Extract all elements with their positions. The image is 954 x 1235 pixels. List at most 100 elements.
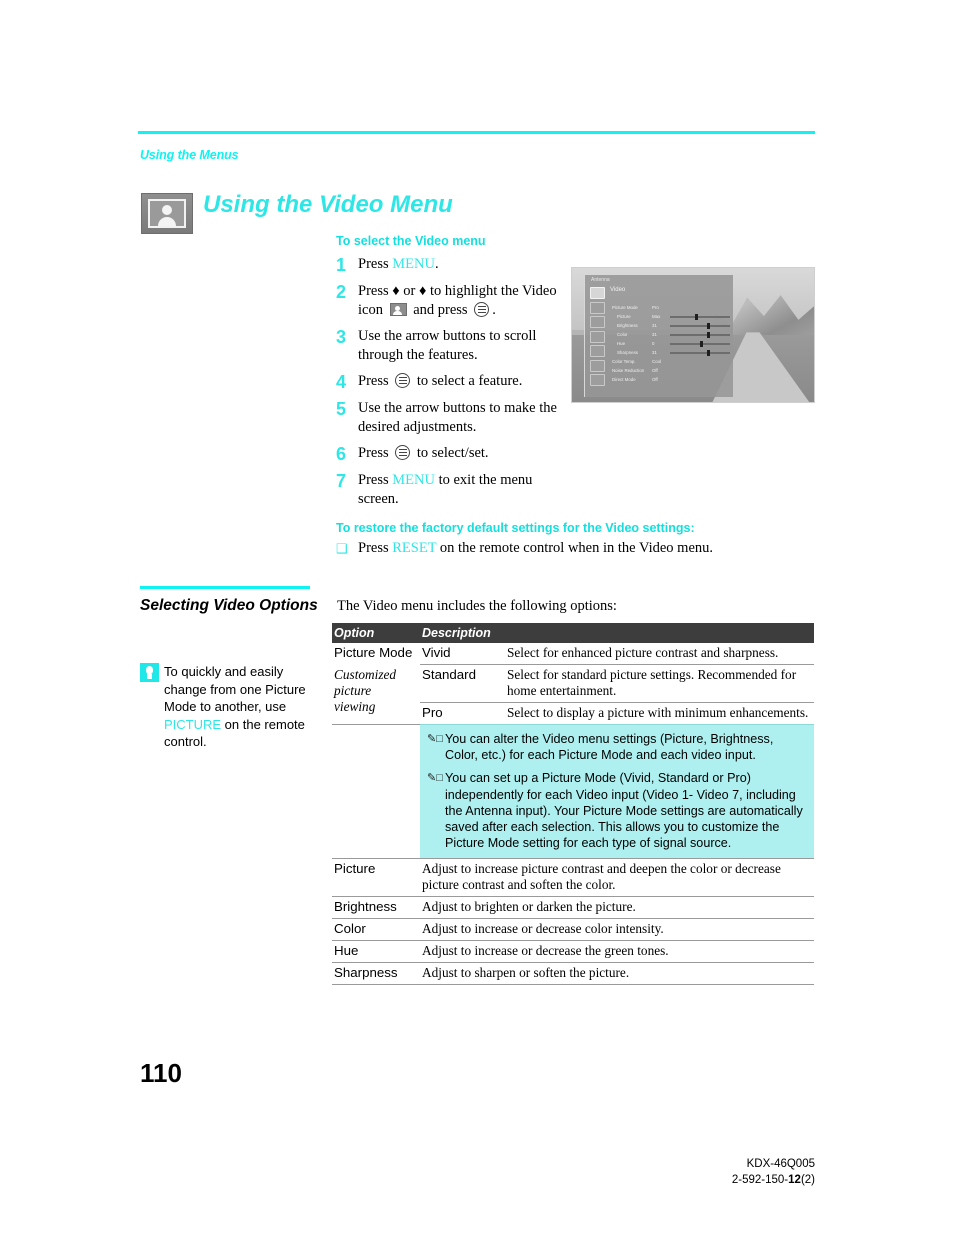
step-1: 1 Press MENU.	[336, 255, 571, 275]
tv-icon-video	[590, 287, 605, 299]
doc-prefix: 2-592-150-	[731, 1174, 789, 1186]
tv-row: Color 31	[612, 330, 730, 339]
step-text-post: to select/set.	[413, 445, 489, 461]
select-button-icon	[474, 302, 490, 317]
sidebar-heading: Selecting Video Options	[140, 597, 318, 614]
tv-menu-rows: Picture Mode Pro Picture Max Brightness …	[612, 303, 730, 384]
step-text: Press MENU to exit the menu screen.	[358, 471, 571, 509]
table-row: Sharpness Adjust to sharpen or soften th…	[332, 962, 814, 985]
tv-row-label: Picture Mode	[612, 305, 638, 310]
keyword-menu: MENU	[392, 472, 435, 488]
tv-row-value: Off	[652, 368, 658, 373]
tv-source-label: Antenna	[591, 277, 610, 283]
tv-icon-channel	[590, 330, 605, 343]
step-text: Press to select a feature.	[358, 372, 522, 392]
restore-text-pre: Press	[358, 540, 393, 556]
tv-row: Color Temp. Cool	[612, 357, 730, 366]
tv-icon-setup	[590, 359, 605, 372]
sub-line: viewing	[334, 698, 376, 714]
table-note-row: ✎□ You can alter the Video menu settings…	[332, 723, 814, 859]
tv-row-value: Cool	[652, 359, 662, 364]
tv-row-value: 31	[652, 332, 657, 337]
tip-text-pre: To quickly and easily change from one Pi…	[164, 664, 306, 714]
step-text: Use the arrow buttons to scroll through …	[358, 328, 537, 363]
keyword-reset: RESET	[392, 540, 437, 556]
table-row: Picture Mode Vivid Select for enhanced p…	[332, 643, 814, 665]
table-bottom-rule	[332, 984, 814, 986]
step-7: 7 Press MENU to exit the menu screen.	[336, 471, 571, 509]
option-sharpness: Sharpness	[332, 962, 420, 985]
video-picture-icon	[141, 193, 193, 234]
option-picture-mode-sub: Customized picture viewing	[332, 665, 420, 725]
step-text: Press MENU.	[358, 255, 439, 275]
step-number: 4	[336, 372, 347, 392]
tv-row: Noise Reduction Off	[612, 366, 730, 375]
tv-row: Sharpness 31	[612, 348, 730, 357]
desc-brightness: Adjust to brighten or darken the picture…	[420, 896, 814, 919]
manual-page: Using the Menus Using the Video Menu To …	[0, 0, 954, 1235]
video-icon-body	[158, 217, 176, 226]
running-head: Using the Menus	[140, 148, 239, 162]
video-icon-frame	[148, 199, 186, 228]
step-2: 2 Press ♦ or ♦ to highlight the Video ic…	[336, 282, 571, 320]
step-6: 6 Press to select/set.	[336, 444, 571, 464]
tv-slider-knob	[707, 331, 711, 338]
pencil-note-icon: ✎□	[427, 733, 443, 745]
tv-row-value: 31	[652, 350, 657, 355]
doc-bold: 12	[788, 1174, 801, 1186]
tv-slider	[670, 313, 730, 320]
step-number: 7	[336, 471, 347, 491]
tv-slider	[670, 349, 730, 356]
note-item: ✎□ You can set up a Picture Mode (Vivid,…	[427, 770, 807, 851]
lightbulb-icon	[140, 663, 159, 682]
column-header-description: Description	[420, 623, 814, 643]
option-brightness: Brightness	[332, 896, 420, 919]
keyword-picture: PICTURE	[164, 716, 222, 732]
value-vivid: Vivid	[422, 645, 451, 660]
step-text-pre: Press	[358, 445, 393, 461]
option-picture-mode: Picture Mode	[334, 645, 413, 660]
tv-row: Brightness 31	[612, 321, 730, 330]
note-text: You can set up a Picture Mode (Vivid, St…	[445, 771, 803, 851]
step-text-pre: Press	[358, 373, 393, 389]
tv-icon-cc	[590, 374, 605, 386]
restore-text-post: on the remote control when in the Video …	[436, 540, 714, 556]
table-row: Customized picture viewing Standard Sele…	[332, 664, 814, 714]
option-hue: Hue	[332, 940, 420, 963]
tv-screenshot: Antenna Video Picture Mode Pro Picture M	[571, 267, 815, 403]
step-text: Use the arrow buttons to make the desire…	[358, 400, 557, 435]
tv-row-label: Noise Reduction	[612, 368, 645, 373]
step-text-pre: Press	[358, 256, 393, 272]
table-lead-in: The Video menu includes the following op…	[337, 598, 617, 614]
step-text-pre: Press	[358, 472, 393, 488]
restore-text: Press RESET on the remote control when i…	[358, 539, 713, 558]
tv-slider-knob	[695, 313, 699, 320]
tv-slider-knob	[707, 349, 711, 356]
desc-picture: Adjust to increase picture contrast and …	[420, 858, 814, 897]
pencil-note-icon: ✎□	[427, 772, 443, 785]
tip-text: To quickly and easily change from one Pi…	[164, 663, 320, 751]
doc-suffix: (2)	[800, 1174, 815, 1186]
tv-row-label: Sharpness	[617, 350, 638, 355]
arrow-up-icon: ♦	[392, 283, 400, 299]
step-number: 5	[336, 399, 347, 419]
tv-icon-audio	[590, 301, 605, 314]
tv-row-label: Picture	[617, 314, 631, 319]
tv-slider-knob	[707, 322, 711, 329]
table-row: Color Adjust to increase or decrease col…	[332, 918, 814, 941]
tv-row: Hue 0	[612, 339, 730, 348]
page-title: Using the Video Menu	[203, 191, 453, 218]
tv-icon-screen	[590, 316, 605, 328]
table-row: Hue Adjust to increase or decrease the g…	[332, 940, 814, 963]
model-number: KDX-46Q005	[746, 1158, 815, 1170]
page-number: 110	[140, 1058, 182, 1088]
step-number: 6	[336, 444, 347, 464]
tv-row-value: Pro	[652, 305, 659, 310]
select-button-icon	[395, 445, 411, 460]
table-row: Picture Adjust to increase picture contr…	[332, 858, 814, 897]
procedure-steps: 1 Press MENU. 2 Press ♦ or ♦ to highligh…	[336, 255, 571, 516]
tv-row-label: Hue	[617, 341, 626, 346]
tv-row: Direct Mode Off	[612, 375, 730, 384]
sub-line: picture	[334, 682, 372, 698]
tv-slider	[670, 322, 730, 329]
